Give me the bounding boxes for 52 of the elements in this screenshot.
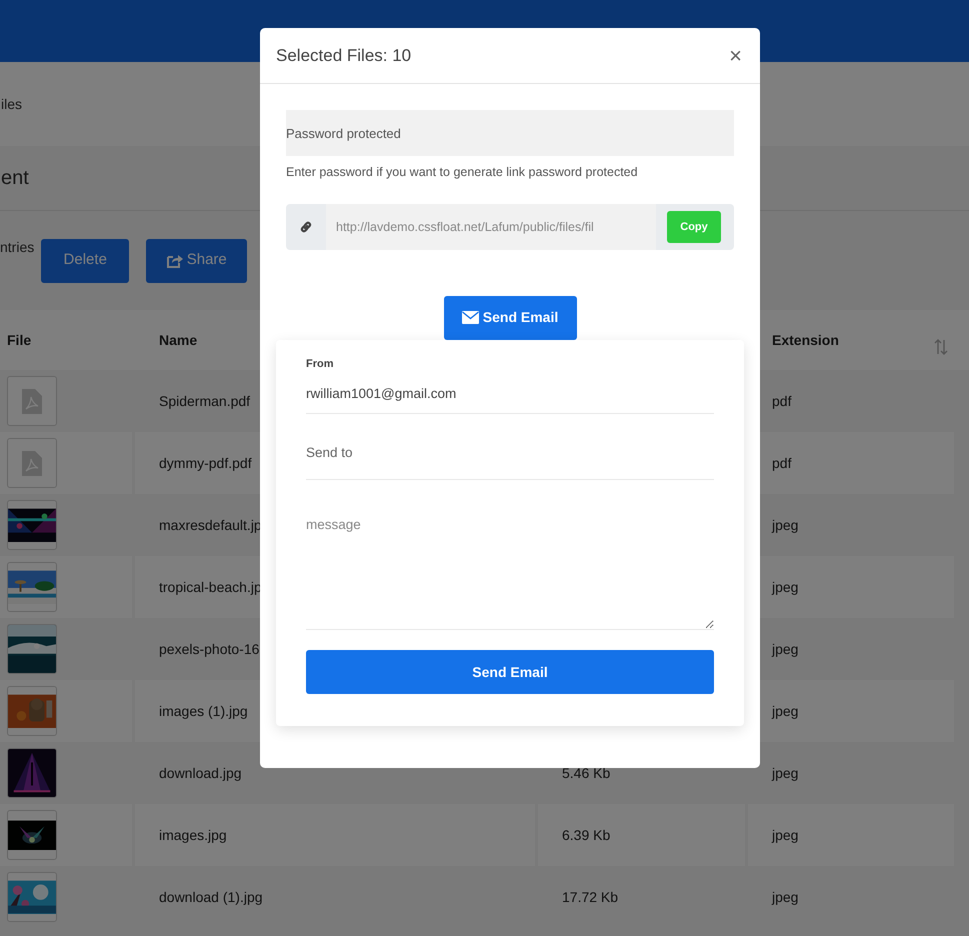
- file-extension: jpeg: [772, 764, 798, 783]
- send-email-button[interactable]: Send Email: [444, 296, 576, 340]
- file-extension: jpeg: [772, 640, 798, 659]
- file-thumbnail[interactable]: [7, 562, 57, 612]
- file-name: dymmy-pdf.pdf: [159, 454, 252, 473]
- file-thumbnail[interactable]: [7, 872, 57, 922]
- file-thumbnail[interactable]: [7, 438, 57, 488]
- file-size: 6.39 Kb: [562, 826, 610, 844]
- file-extension: pdf: [772, 392, 792, 411]
- file-thumbnail[interactable]: [7, 376, 57, 426]
- file-size: 5.46 Kb: [562, 764, 610, 782]
- file-extension: jpeg: [772, 578, 798, 597]
- extension-column-header[interactable]: Extension: [772, 330, 839, 350]
- file-thumbnail[interactable]: [7, 624, 57, 674]
- file-name: download.jpg: [159, 764, 242, 783]
- file-name: images (1).jpg: [159, 702, 248, 721]
- share-button[interactable]: Share: [146, 238, 248, 282]
- file-thumbnail[interactable]: [7, 748, 57, 798]
- help-text: Enter password if you want to generate link password protected: [286, 164, 639, 181]
- name-column-header[interactable]: Name: [159, 330, 198, 350]
- envelope-icon: [462, 311, 479, 324]
- breadcrumb-text: iles: [1, 94, 22, 114]
- file-extension: pdf: [772, 454, 792, 473]
- file-extension: jpeg: [772, 826, 798, 845]
- delete-button[interactable]: Delete: [41, 238, 130, 282]
- file-thumbnail[interactable]: [7, 810, 57, 860]
- file-extension: jpeg: [772, 516, 798, 535]
- link-field[interactable]: http://lavdemo.cssfloat.net/Lafum/public/files/fil Copy: [286, 204, 734, 250]
- file-thumbnail[interactable]: [7, 686, 57, 736]
- dialog-title: Selected Files: 10: [276, 44, 412, 67]
- file-thumbnail[interactable]: [7, 500, 57, 550]
- file-name: Spiderman.pdf: [159, 392, 250, 411]
- close-button[interactable]: ×: [727, 44, 744, 66]
- sort-icon[interactable]: [934, 339, 948, 355]
- link-icon: [299, 220, 313, 234]
- file-name: images.jpg: [159, 826, 227, 845]
- file-size: 17.72 Kb: [562, 888, 618, 906]
- file-name: tropical-beach.jp: [159, 578, 262, 597]
- file-column-header[interactable]: File: [7, 330, 32, 350]
- pdf-file-icon: [22, 450, 42, 476]
- send-email-button[interactable]: Send Email: [306, 650, 714, 694]
- password-field[interactable]: Password protected: [286, 110, 734, 156]
- share-icon: [166, 253, 183, 268]
- file-name: pexels-photo-16: [159, 640, 260, 659]
- from-label: From: [306, 356, 334, 372]
- file-extension: jpeg: [772, 702, 798, 721]
- page-title: ent: [1, 166, 29, 191]
- pdf-file-icon: [22, 388, 42, 414]
- entries-label: ntries: [0, 238, 34, 257]
- file-name: download (1).jpg: [159, 888, 263, 907]
- file-extension: jpeg: [772, 888, 798, 907]
- file-name: maxresdefault.jp: [159, 516, 262, 535]
